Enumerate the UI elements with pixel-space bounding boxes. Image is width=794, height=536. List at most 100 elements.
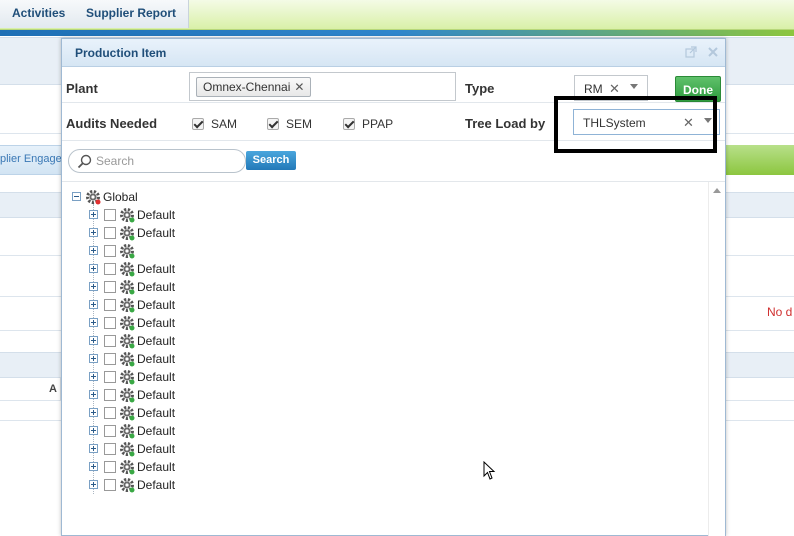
gear-icon [120, 352, 135, 367]
dialog-title: Production Item [75, 46, 167, 60]
scroll-up-arrow-icon[interactable] [713, 188, 721, 193]
background-section-accent [726, 145, 794, 175]
expand-icon[interactable] [89, 282, 98, 291]
audits-needed-label: Audits Needed [66, 116, 158, 131]
expand-icon[interactable] [89, 264, 98, 273]
gear-icon [120, 280, 135, 295]
tree-node-label: Default [137, 424, 176, 438]
header-stripe [0, 30, 794, 36]
production-item-dialog: Production Item Plant Omnex-Chennai ✕ Typ… [61, 38, 726, 536]
expand-icon[interactable] [89, 444, 98, 453]
plant-label: Plant [66, 81, 98, 96]
tree-node-label: Default [137, 280, 176, 294]
sam-label: SAM [211, 117, 238, 131]
background-section-label: plier Engage [0, 153, 62, 165]
tree-node-label: Default [137, 226, 176, 240]
gear-icon [120, 370, 135, 385]
plant-chip-label: Omnex-Chennai [203, 80, 291, 94]
tree-node-label: Default [137, 478, 176, 492]
gear-icon [86, 190, 101, 205]
tree-node-checkbox[interactable] [104, 479, 116, 491]
mouse-cursor-icon [483, 461, 496, 480]
sem-label: SEM [286, 117, 313, 131]
expand-icon[interactable] [89, 210, 98, 219]
dialog-header: Production Item [62, 39, 725, 67]
tree-node-checkbox[interactable] [104, 461, 116, 473]
tree-node-checkbox[interactable] [104, 209, 116, 221]
tree-node-label: Default [137, 334, 176, 348]
background-column-header: A [49, 383, 57, 395]
expand-icon[interactable] [89, 228, 98, 237]
search-icon [77, 154, 92, 169]
tree-node-checkbox[interactable] [104, 281, 116, 293]
tab-supplier-report[interactable]: Supplier Report [74, 0, 190, 28]
popout-icon[interactable] [685, 46, 697, 58]
search-box [68, 149, 246, 173]
tree-view: Global Default Default Default Default Defau… [62, 181, 725, 536]
tree-node-checkbox[interactable] [104, 371, 116, 383]
search-input[interactable] [96, 153, 241, 169]
tree-node-label: Default [137, 460, 176, 474]
tree-node-checkbox[interactable] [104, 407, 116, 419]
expand-icon[interactable] [89, 426, 98, 435]
tree-node-checkbox[interactable] [104, 245, 116, 257]
expand-icon[interactable] [89, 336, 98, 345]
top-navigation-bar: Activities Supplier Report [0, 0, 794, 30]
vertical-scrollbar[interactable] [708, 182, 725, 536]
tree-root-label: Global [103, 190, 138, 204]
expand-icon[interactable] [89, 246, 98, 255]
close-icon[interactable] [707, 46, 719, 58]
plant-multiselect[interactable]: Omnex-Chennai ✕ [189, 72, 456, 101]
tree-node-checkbox[interactable] [104, 389, 116, 401]
type-selected-value: RM [584, 82, 603, 96]
gear-icon [120, 406, 135, 421]
tree-node-checkbox[interactable] [104, 425, 116, 437]
expand-icon[interactable] [89, 318, 98, 327]
chevron-down-icon[interactable] [630, 84, 638, 89]
expand-icon[interactable] [89, 300, 98, 309]
tree-node-checkbox[interactable] [104, 443, 116, 455]
tree-node-checkbox[interactable] [104, 317, 116, 329]
plant-chip: Omnex-Chennai ✕ [196, 77, 312, 97]
clear-type-icon[interactable]: ✕ [609, 81, 620, 97]
tree-node-checkbox[interactable] [104, 227, 116, 239]
gear-icon [120, 388, 135, 403]
tree-node-label: Default [137, 262, 176, 276]
gear-icon [120, 226, 135, 241]
tab-activities[interactable]: Activities [0, 0, 79, 28]
tree-node-label: Default [137, 316, 176, 330]
tree-node-label: Default [137, 370, 176, 384]
tree-node-checkbox[interactable] [104, 299, 116, 311]
expand-icon[interactable] [89, 390, 98, 399]
remove-chip-icon[interactable]: ✕ [294, 80, 304, 94]
expand-icon[interactable] [89, 408, 98, 417]
expand-icon[interactable] [89, 372, 98, 381]
expand-icon[interactable] [89, 354, 98, 363]
gear-icon [120, 478, 135, 493]
expand-icon[interactable] [89, 462, 98, 471]
sam-checkbox[interactable] [192, 118, 204, 130]
tree-node-label: Default [137, 406, 176, 420]
gear-icon [120, 316, 135, 331]
tree-node-label: Default [137, 442, 176, 456]
tree-node-checkbox[interactable] [104, 263, 116, 275]
gear-icon [120, 424, 135, 439]
gear-icon [120, 460, 135, 475]
tree-node-label: Default [137, 352, 176, 366]
tree-load-by-label: Tree Load by [465, 116, 546, 131]
ppap-checkbox[interactable] [343, 118, 355, 130]
search-button[interactable]: Search [246, 151, 296, 170]
sem-checkbox[interactable] [267, 118, 279, 130]
tree-node-label: Default [137, 208, 176, 222]
gear-icon [120, 334, 135, 349]
tree-node-label: Default [137, 388, 176, 402]
highlight-annotation-box [554, 96, 717, 153]
ppap-label: PPAP [362, 117, 394, 131]
tree-node-checkbox[interactable] [104, 335, 116, 347]
collapse-icon[interactable] [72, 192, 81, 201]
tree-node-checkbox[interactable] [104, 353, 116, 365]
expand-icon[interactable] [89, 480, 98, 489]
gear-icon [120, 262, 135, 277]
gear-icon [120, 208, 135, 223]
gear-icon [120, 244, 135, 259]
